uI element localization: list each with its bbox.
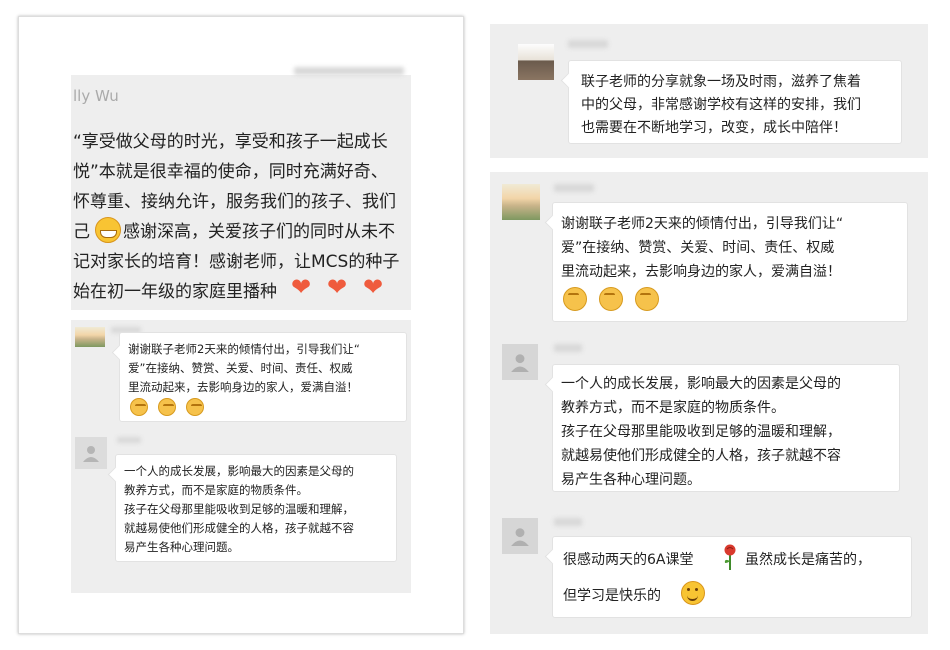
default-avatar-icon — [502, 518, 538, 554]
quoted-message-bubble: 谢谢联子老师2天来的倾情付出，引导我们让“ 爱”在接纳、赞赏、关爱、时间、责任、… — [119, 332, 407, 422]
emoji-row — [130, 398, 204, 416]
message-line: 谢谢联子老师2天来的倾情付出，引导我们让“ — [128, 342, 360, 356]
message-line: 很感动两天的6A课堂 — [563, 552, 694, 568]
heart-icon: ❤ — [363, 273, 384, 301]
avatar — [75, 327, 105, 347]
fist-emoji-icon — [635, 287, 659, 311]
message-line: 也需要在不断地学习，改变，成长中陪伴！ — [581, 120, 847, 136]
default-avatar-icon — [75, 437, 107, 469]
post-line: 悦”本就是很幸福的使命，同时充满好奇、 — [73, 162, 388, 182]
smile-emoji-icon — [681, 581, 705, 605]
rose-icon — [724, 544, 736, 570]
message-line: 里流动起来，去影响身边的家人，爱满自溢！ — [128, 380, 358, 394]
quoted-message-bubble: 一个人的成长发展，影响最大的因素是父母的 教养方式，而不是家庭的物质条件。 孩子… — [115, 454, 397, 562]
default-avatar-icon — [502, 344, 538, 380]
post-line: “享受做父母的时光，享受和孩子一起成长 — [73, 132, 388, 152]
fist-emoji-icon — [563, 287, 587, 311]
message-line: 教养方式，而不是家庭的物质条件。 — [124, 483, 308, 497]
message-line: 易产生各种心理问题。 — [561, 472, 701, 488]
right-screenshot-panel: 联子老师的分享就象一场及时雨，滋养了焦着 中的父母，非常感谢学校有这样的安排，我… — [490, 24, 930, 634]
message-line: 就越易使他们形成健全的人格，孩子就越不容 — [561, 448, 841, 464]
blurred-header — [294, 67, 404, 75]
heart-icon: ❤ — [327, 273, 348, 301]
message-line: 里流动起来，去影响身边的家人，爱满自溢！ — [561, 264, 841, 280]
sender-name: lly Wu — [73, 87, 119, 105]
heart-icon: ❤ — [291, 273, 312, 301]
message-line: 教养方式，而不是家庭的物质条件。 — [561, 400, 785, 416]
message-bubble: 谢谢联子老师2天来的倾情付出，引导我们让“ 爱”在接纳、赞赏、关爱、时间、责任、… — [552, 202, 908, 322]
message-line: 谢谢联子老师2天来的倾情付出，引导我们让“ — [561, 216, 844, 232]
blurred-name — [554, 184, 594, 192]
fist-emoji-icon — [158, 398, 176, 416]
message-bubble: 一个人的成长发展，影响最大的因素是父母的 教养方式，而不是家庭的物质条件。 孩子… — [552, 364, 900, 492]
blurred-name — [117, 437, 141, 443]
post-line: 怀尊重、接纳允许，服务我们的孩子、我们 — [73, 192, 396, 212]
message-line: 一个人的成长发展，影响最大的因素是父母的 — [124, 464, 354, 478]
blurred-name — [568, 40, 608, 48]
message-line: 虽然成长是痛苦的， — [745, 552, 871, 568]
message-line: 孩子在父母那里能吸收到足够的温暖和理解， — [561, 424, 841, 440]
message-line: 就越易使他们形成健全的人格，孩子就越不容 — [124, 521, 354, 535]
divider — [71, 310, 411, 320]
post-line: 记对家长的培育！感谢老师，让MCS的种子 — [73, 252, 400, 272]
fist-emoji-icon — [130, 398, 148, 416]
blurred-name — [554, 518, 582, 526]
emoji-row — [563, 287, 659, 311]
post-line: 始在初一年级的家庭里播种 — [73, 282, 277, 302]
fist-emoji-icon — [186, 398, 204, 416]
avatar — [502, 184, 540, 220]
message-line: 孩子在父母那里能吸收到足够的温暖和理解， — [124, 502, 354, 516]
message-line: 爱”在接纳、赞赏、关爱、时间、责任、权威 — [128, 361, 353, 375]
message-bubble: 很感动两天的6A课堂 虽然成长是痛苦的， 但学习是快乐的 — [552, 536, 912, 618]
message-line: 爱”在接纳、赞赏、关爱、时间、责任、权威 — [561, 240, 835, 256]
message-line: 但学习是快乐的 — [563, 588, 661, 604]
fist-emoji-icon — [599, 287, 623, 311]
blurred-name — [554, 344, 582, 352]
message-line: 中的父母，非常感谢学校有这样的安排，我们 — [581, 97, 861, 113]
message-line: 联子老师的分享就象一场及时雨，滋养了焦着 — [581, 74, 861, 90]
message-line: 一个人的成长发展，影响最大的因素是父母的 — [561, 376, 841, 392]
message-bubble: 联子老师的分享就象一场及时雨，滋养了焦着 中的父母，非常感谢学校有这样的安排，我… — [568, 60, 902, 144]
avatar — [518, 44, 554, 80]
message-line: 易产生各种心理问题。 — [124, 540, 239, 554]
post-line: 感谢深高，关爱孩子们的同时从未不 — [123, 222, 395, 242]
grin-emoji-icon — [95, 217, 121, 243]
left-screenshot-panel: lly Wu “享受做父母的时光，享受和孩子一起成长 悦”本就是很幸福的使命，同… — [18, 16, 464, 634]
post-line: 己 — [73, 222, 90, 242]
